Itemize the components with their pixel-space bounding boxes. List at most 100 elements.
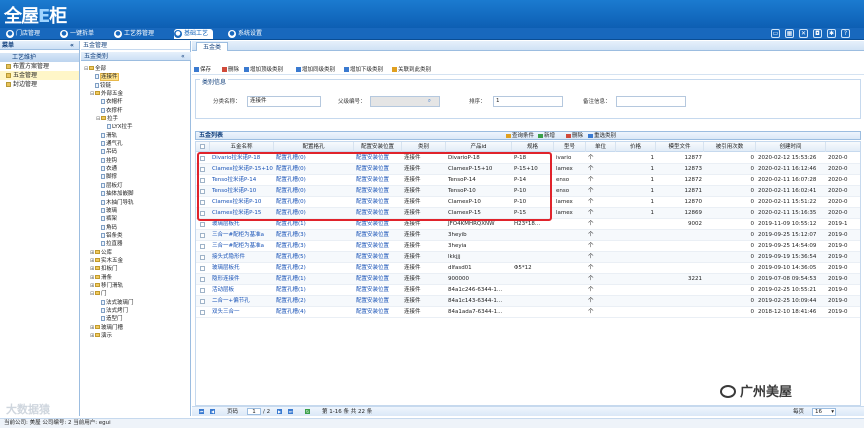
row-checkbox[interactable] <box>200 277 205 282</box>
table-cell[interactable]: 配置安装位置 <box>354 274 402 285</box>
table-row[interactable]: 二合一+偏节孔 配置孔槽(2) 配置安装位置 连接件 84a1c143-6344-1..… <box>196 296 860 307</box>
order-input[interactable]: 1 <box>493 96 563 107</box>
table-row[interactable]: 接头式隐形件 配置孔槽(5) 配置安装位置 连接件 lkkjjj 个 0 2019-09-19… <box>196 252 860 263</box>
menu-item[interactable]: 五金管理 <box>0 71 79 80</box>
column-header[interactable] <box>826 142 860 152</box>
grid-action-1[interactable]: 新增 <box>538 132 555 140</box>
grid-action-2[interactable]: 删除 <box>566 132 583 140</box>
tree-node[interactable]: 连接件 <box>81 73 191 82</box>
table-row[interactable]: 三合一#配柜为基准a 配置孔槽(3) 配置安装位置 连接件 3heyib 个 0 2019-0… <box>196 230 860 241</box>
tree-node[interactable]: 衣通 <box>81 165 191 173</box>
tree-node[interactable]: 木抽门导轨 <box>81 199 191 207</box>
table-cell[interactable]: 隐形连接件 <box>210 274 274 285</box>
table-cell[interactable]: 配置安装位置 <box>354 252 402 263</box>
tree-node[interactable]: 通气孔 <box>81 140 191 148</box>
table-cell[interactable]: 接头式隐形件 <box>210 252 274 263</box>
menu-item[interactable]: 布置方案管理 <box>0 62 79 71</box>
tree-node[interactable]: ⊟ 拉手 <box>81 115 191 123</box>
column-header[interactable]: 类别 <box>402 142 446 152</box>
tree-node[interactable]: ⊞ 公库 <box>81 249 191 257</box>
tree-node[interactable]: 层板灯 <box>81 182 191 190</box>
menu-item[interactable]: 封边管理 <box>0 80 79 89</box>
collapse-icon[interactable]: « <box>181 52 185 61</box>
column-header[interactable]: 配置安装位置 <box>354 142 402 152</box>
table-cell[interactable]: 双头三合一 <box>210 307 274 318</box>
nav-check-2[interactable]: ● 工艺券管理 <box>114 29 154 39</box>
next-page-icon[interactable]: ▶ <box>277 409 282 414</box>
page-input[interactable]: 1 <box>247 408 261 415</box>
row-checkbox[interactable] <box>200 255 205 260</box>
parent-code-input[interactable]: ⌕ <box>370 96 440 107</box>
tree-node[interactable]: ⊞ 玻璃门槽 <box>81 324 191 332</box>
tools-icon[interactable]: ✕ <box>799 29 808 38</box>
toolbar-button-1[interactable]: 删除 <box>222 66 239 74</box>
tab-hardware[interactable]: 五金类 <box>196 42 229 51</box>
row-checkbox[interactable] <box>200 266 205 271</box>
lock-icon[interactable]: ◘ <box>813 29 822 38</box>
menu-section[interactable]: 工艺维护 <box>0 53 79 62</box>
table-cell[interactable]: 配置安装位置 <box>354 230 402 241</box>
table-cell[interactable]: 配置孔槽(2) <box>274 263 354 274</box>
row-checkbox[interactable] <box>200 299 205 304</box>
tree-node[interactable]: 法式烤门 <box>81 307 191 315</box>
table-cell[interactable]: 三合一#配柜为基准a <box>210 230 274 241</box>
tree-node[interactable]: 拉直器 <box>81 240 191 248</box>
tree-node[interactable]: 衣撑杆 <box>81 107 191 115</box>
table-cell[interactable]: 二合一+偏节孔 <box>210 296 274 307</box>
table-cell[interactable]: 活动层板 <box>210 285 274 296</box>
table-cell[interactable]: 配置孔槽(1) <box>274 274 354 285</box>
tree-node[interactable]: 裤架 <box>81 215 191 223</box>
nav-gear-3[interactable]: ● 基础工艺 <box>174 29 214 39</box>
table-cell[interactable]: 配置孔槽(4) <box>274 307 354 318</box>
table-cell[interactable]: 配置安装位置 <box>354 263 402 274</box>
table-row[interactable]: 玻璃层板托 配置孔槽(2) 配置安装位置 连接件 dlfasd01 Φ5*12 个 0 2019… <box>196 263 860 274</box>
table-cell[interactable]: 配置安装位置 <box>354 307 402 318</box>
tree-node[interactable]: ⊞ 实木五金 <box>81 257 191 265</box>
toolbar-button-2[interactable]: 增加顶级类别 <box>244 66 283 74</box>
table-row[interactable]: 活动层板 配置孔槽(1) 配置安装位置 连接件 84a1c246-6344-1... 个 0… <box>196 285 860 296</box>
table-row[interactable]: 双头三合一 配置孔槽(4) 配置安装位置 连接件 84a1ada7-6344-1... 个… <box>196 307 860 318</box>
toolbar-button-4[interactable]: 增加下级类别 <box>344 66 383 74</box>
nav-settings-4[interactable]: ● 系统设置 <box>228 29 262 39</box>
gear-icon[interactable]: ✱ <box>827 29 836 38</box>
column-header[interactable]: 型号 <box>554 142 586 152</box>
row-checkbox[interactable] <box>200 310 205 315</box>
tree-node[interactable]: 角码 <box>81 224 191 232</box>
row-checkbox[interactable] <box>200 288 205 293</box>
row-checkbox[interactable] <box>200 222 205 227</box>
window-icon[interactable]: ▭ <box>771 29 780 38</box>
toolbar-button-0[interactable]: 保存 <box>194 66 211 74</box>
column-header[interactable]: 创建时间 <box>756 142 826 152</box>
tree-node[interactable]: 脚撑 <box>81 173 191 181</box>
tree-node[interactable]: ⊟ 外部五金 <box>81 90 191 98</box>
table-cell[interactable]: 配置孔槽(2) <box>274 296 354 307</box>
tree-node[interactable]: 吊码 <box>81 148 191 156</box>
tree-node[interactable]: ⊞ 演示 <box>81 332 191 340</box>
tree-node[interactable]: ⊞ 移门滑轨 <box>81 282 191 290</box>
grid-action-0[interactable]: 查询条件 <box>506 132 534 140</box>
tree-node[interactable]: 衣帽杆 <box>81 98 191 106</box>
refresh-icon[interactable]: ↻ <box>305 409 310 414</box>
nav-check-1[interactable]: ● 一键拆单 <box>60 29 94 39</box>
column-header[interactable]: 价格 <box>616 142 656 152</box>
tree-node[interactable]: 造型门 <box>81 315 191 323</box>
tree-node[interactable]: 滑轨 <box>81 132 191 140</box>
nav-store-0[interactable]: ● 门店管理 <box>6 29 40 39</box>
select-all-checkbox[interactable] <box>200 144 205 149</box>
tree-node[interactable]: LYX拉手 <box>81 123 191 131</box>
table-cell[interactable]: 配置孔槽(3) <box>274 230 354 241</box>
tree-node[interactable]: 抽体加嵌脚 <box>81 190 191 198</box>
row-checkbox[interactable] <box>200 233 205 238</box>
prev-page-icon[interactable]: ◀ <box>210 409 215 414</box>
table-cell[interactable]: 玻璃层板托 <box>210 263 274 274</box>
table-row[interactable]: 隐形连接件 配置孔槽(1) 配置安装位置 连接件 900000 个 3221 0 2019-07… <box>196 274 860 285</box>
table-cell[interactable]: 配置安装位置 <box>354 285 402 296</box>
toolbar-button-5[interactable]: 关联到此类别 <box>392 66 431 74</box>
first-page-icon[interactable]: ⏮ <box>199 409 204 414</box>
tree-node[interactable]: ⊞ 滑条 <box>81 274 191 282</box>
table-cell[interactable]: 三合一#配柜为基准a <box>210 241 274 252</box>
collapse-icon[interactable]: « <box>70 41 74 50</box>
column-header[interactable]: 五金名称 <box>210 142 274 152</box>
remark-input[interactable] <box>616 96 686 107</box>
tree-node[interactable]: ⊞ 扣板门 <box>81 265 191 273</box>
